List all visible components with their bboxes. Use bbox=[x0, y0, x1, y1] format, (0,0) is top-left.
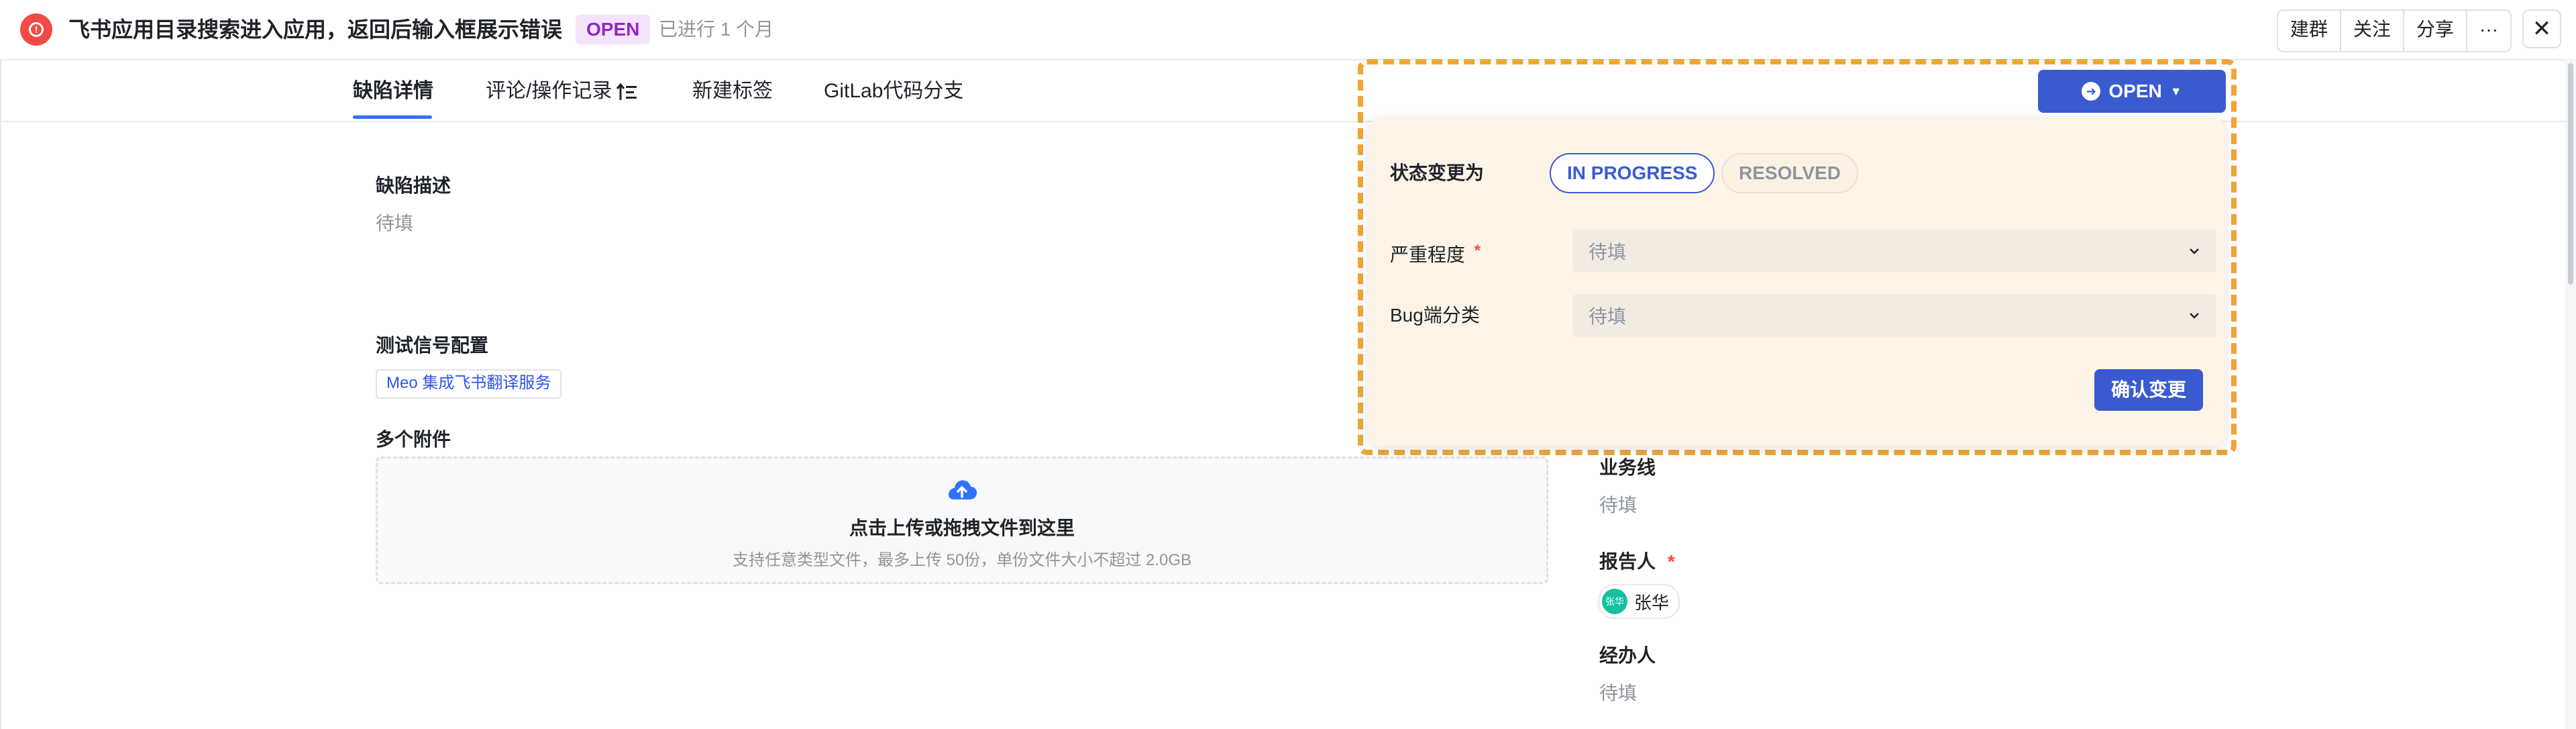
avatar: 张华 bbox=[1602, 589, 1627, 614]
close-button[interactable]: ✕ bbox=[2522, 9, 2561, 48]
reporter-name: 张华 bbox=[1634, 592, 1670, 613]
description-value[interactable]: 待填 bbox=[376, 211, 413, 236]
status-button-label: OPEN bbox=[2108, 81, 2162, 101]
tab-new-tag[interactable]: 新建标签 bbox=[692, 78, 773, 105]
tab-gitlab-branch[interactable]: GitLab代码分支 bbox=[824, 78, 963, 105]
description-label: 缺陷描述 bbox=[376, 175, 451, 196]
severity-placeholder: 待填 bbox=[1589, 242, 1627, 262]
elapsed-time: 已进行 1 个月 bbox=[659, 19, 774, 40]
active-tab-indicator bbox=[353, 115, 432, 119]
tab-comments-history[interactable]: 评论/操作记录 bbox=[486, 78, 612, 105]
reporter-label-text: 报告人 bbox=[1599, 551, 1656, 572]
attachments-label: 多个附件 bbox=[376, 429, 451, 450]
status-badge: OPEN bbox=[576, 15, 651, 44]
chevron-down-icon bbox=[2190, 248, 2199, 254]
assignee-label: 经办人 bbox=[1599, 645, 1656, 666]
tab-defect-details[interactable]: 缺陷详情 bbox=[353, 78, 433, 105]
cloud-upload-icon bbox=[949, 480, 977, 499]
status-option-resolved[interactable]: RESOLVED bbox=[1721, 153, 1858, 193]
follow-button[interactable]: 关注 bbox=[2341, 11, 2404, 51]
caret-down-icon: ▼ bbox=[2169, 84, 2182, 98]
test-signal-tag[interactable]: Meo 集成飞书翻译服务 bbox=[376, 369, 562, 399]
confirm-change-button[interactable]: 确认变更 bbox=[2094, 369, 2203, 411]
scrollbar-thumb[interactable] bbox=[2568, 63, 2573, 285]
bug-type-icon: ! bbox=[20, 13, 52, 46]
severity-label-text: 严重程度 bbox=[1390, 244, 1466, 265]
reporter-label: 报告人 * bbox=[1599, 549, 1675, 575]
required-mark: * bbox=[1667, 551, 1675, 572]
business-line-value[interactable]: 待填 bbox=[1599, 493, 1637, 518]
create-group-button[interactable]: 建群 bbox=[2278, 11, 2341, 51]
severity-label: 严重程度 * bbox=[1390, 238, 1481, 268]
assignee-value[interactable]: 待填 bbox=[1599, 681, 1637, 706]
header-actions: 建群 关注 分享 ··· bbox=[2276, 9, 2512, 52]
more-icon[interactable]: ··· bbox=[2467, 11, 2510, 51]
sort-icon[interactable] bbox=[616, 82, 637, 102]
bug-category-label: Bug端分类 bbox=[1390, 305, 1480, 326]
page-title: 飞书应用目录搜索进入应用，返回后输入框展示错误 bbox=[68, 17, 563, 42]
left-border bbox=[0, 59, 1, 729]
required-mark: * bbox=[1474, 242, 1481, 260]
test-signal-label: 测试信号配置 bbox=[376, 335, 489, 356]
share-button[interactable]: 分享 bbox=[2404, 11, 2468, 51]
status-option-in-progress[interactable]: IN PROGRESS bbox=[1550, 153, 1715, 193]
business-line-label: 业务线 bbox=[1599, 457, 1656, 478]
reporter-chip[interactable]: 张华 张华 bbox=[1598, 584, 1680, 619]
status-dropdown-button[interactable]: ➜ OPEN ▼ bbox=[2038, 70, 2226, 113]
bug-category-select[interactable]: 待填 bbox=[1572, 294, 2216, 337]
bug-category-placeholder: 待填 bbox=[1589, 306, 1627, 327]
severity-select[interactable]: 待填 bbox=[1572, 230, 2216, 273]
arrow-right-icon: ➜ bbox=[2082, 82, 2101, 101]
chevron-down-icon bbox=[2190, 313, 2199, 319]
state-change-label: 状态变更为 bbox=[1390, 162, 1485, 183]
